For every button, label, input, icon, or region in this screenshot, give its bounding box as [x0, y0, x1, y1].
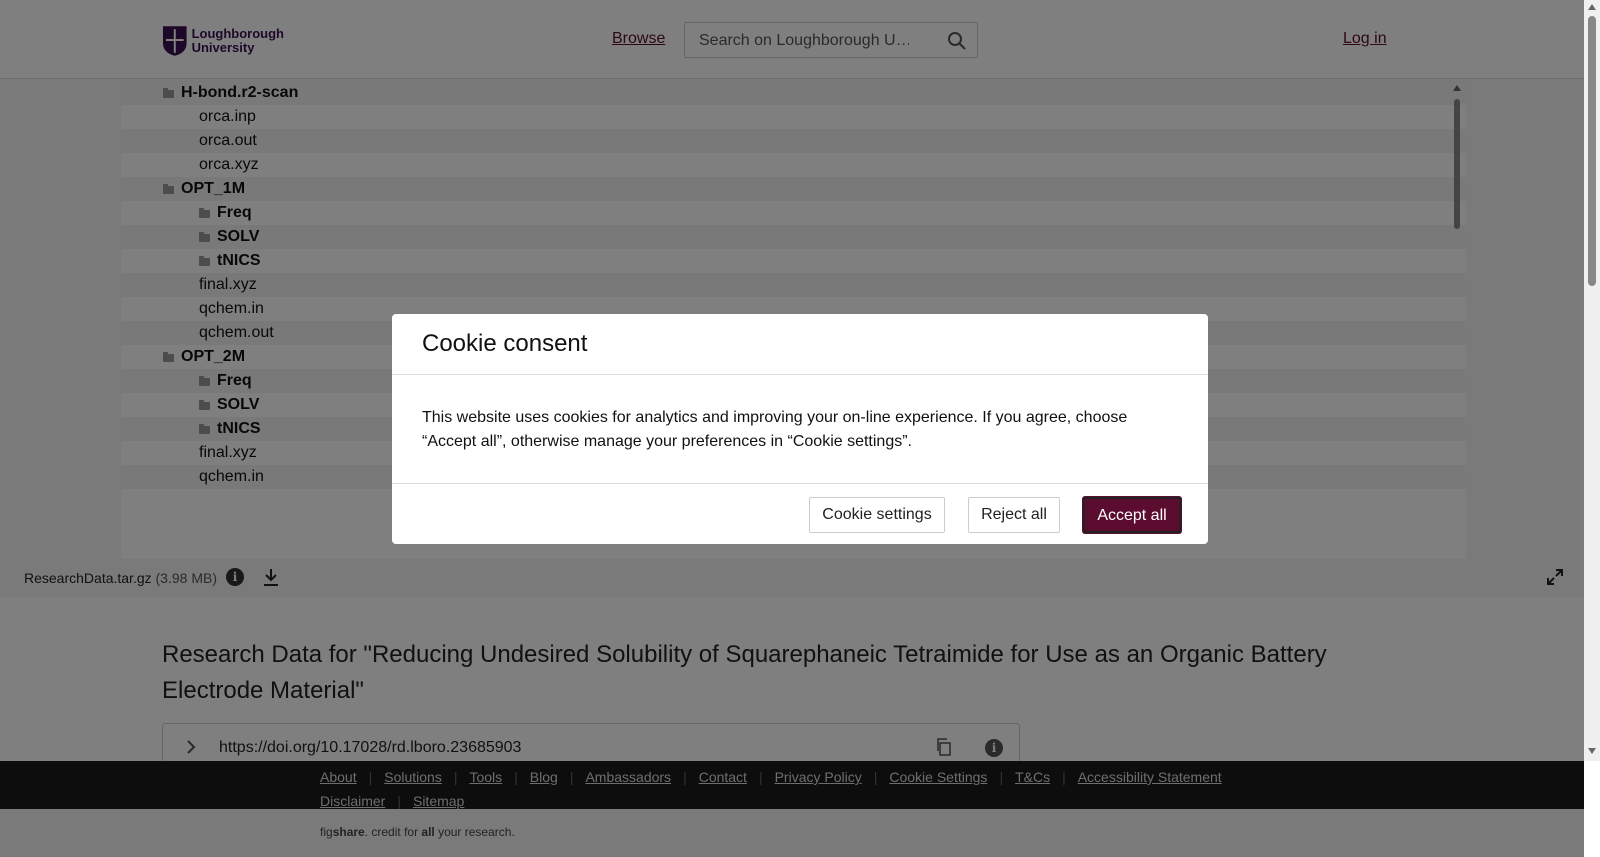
- page-scroll-up-icon[interactable]: [1588, 4, 1596, 10]
- reject-all-button[interactable]: Reject all: [968, 497, 1060, 533]
- page-scroll-down-icon[interactable]: [1588, 748, 1596, 754]
- accept-all-button[interactable]: Accept all: [1083, 497, 1181, 533]
- cookie-consent-dialog: Cookie consent This website uses cookies…: [392, 314, 1208, 544]
- page-scrollbar[interactable]: [1584, 0, 1600, 761]
- modal-title: Cookie consent: [422, 330, 588, 357]
- page-scroll-thumb[interactable]: [1588, 16, 1596, 286]
- modal-footer: Cookie settings Reject all Accept all: [392, 484, 1208, 544]
- modal-header: Cookie consent: [392, 314, 1208, 375]
- modal-body: This website uses cookies for analytics …: [392, 375, 1208, 484]
- cookie-settings-button[interactable]: Cookie settings: [809, 497, 945, 533]
